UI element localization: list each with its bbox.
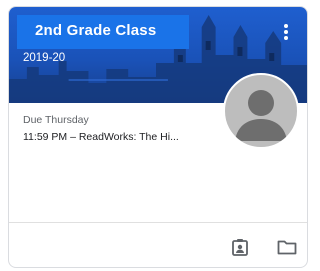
more-options-button[interactable]: [275, 21, 297, 43]
class-card[interactable]: 2nd Grade Class 2019-20 Due Thursday 11:…: [8, 6, 308, 268]
class-section: 2019-20: [23, 52, 66, 64]
teacher-avatar: [223, 73, 299, 149]
class-title[interactable]: 2nd Grade Class: [35, 22, 156, 39]
assignment-link[interactable]: 11:59 PM – ReadWorks: The Hi...: [23, 131, 223, 143]
folder-icon: [277, 240, 297, 255]
more-vert-icon: [284, 24, 288, 40]
due-date-label: Due Thursday: [23, 114, 89, 126]
card-divider: [9, 222, 307, 223]
open-folder-button[interactable]: [275, 235, 299, 259]
person-silhouette-icon: [235, 90, 287, 141]
assignment-ind-icon: [232, 239, 248, 256]
your-work-button[interactable]: [228, 235, 252, 259]
